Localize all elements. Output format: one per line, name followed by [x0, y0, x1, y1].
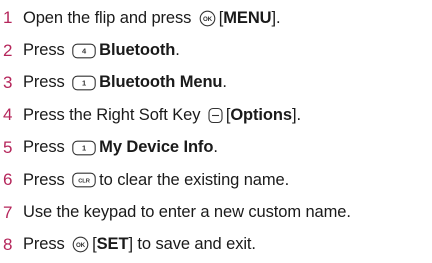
key-1-icon: 1 — [72, 140, 96, 156]
ok-button-icon: OK — [199, 10, 216, 27]
step-2: 2 Press 4 Bluetooth. — [0, 34, 432, 66]
key-1-icon: 1 — [72, 75, 96, 91]
step-text: Press the Right Soft Key [Options]. — [23, 106, 301, 125]
step-text: Open the flip and press OK[MENU]. — [23, 8, 281, 28]
clear-key-icon: CLR — [72, 172, 96, 188]
step-1: 1 Open the flip and press OK[MENU]. — [0, 2, 432, 34]
step-number: 8 — [3, 234, 13, 254]
step-number: 7 — [3, 202, 13, 222]
step-number: 3 — [3, 72, 13, 92]
ok-button-icon: OK — [72, 236, 89, 253]
step-text-fragment: Open the flip and press — [23, 8, 196, 27]
step-number: 6 — [3, 170, 13, 190]
step-number: 1 — [3, 8, 13, 28]
step-text-fragment: Press — [23, 170, 70, 189]
emphasized-term: Bluetooth Menu — [99, 73, 223, 92]
right-soft-key-icon — [208, 107, 223, 124]
svg-text:OK: OK — [203, 16, 213, 23]
instruction-steps: 1 Open the flip and press OK[MENU]. 2 Press… — [0, 0, 432, 261]
step-text-fragment: Press — [23, 41, 70, 60]
emphasized-term: MENU — [223, 8, 272, 27]
svg-text:OK: OK — [76, 242, 86, 249]
step-number: 4 — [3, 105, 13, 125]
step-text-fragment: Press — [23, 138, 70, 157]
step-4: 4 Press the Right Soft Key [Options]. — [0, 99, 432, 131]
step-text: Press 1 My Device Info. — [23, 138, 218, 157]
step-number: 2 — [3, 40, 13, 60]
step-text: Use the keypad to enter a new custom nam… — [23, 203, 351, 222]
step-text-fragment: Press the Right Soft Key — [23, 105, 205, 124]
step-number: 5 — [3, 137, 13, 157]
step-text-fragment: Use the keypad to enter a new custom nam… — [23, 203, 351, 222]
step-text: Press 4 Bluetooth. — [23, 41, 180, 60]
emphasized-term: Options — [230, 105, 292, 124]
emphasized-term: Bluetooth — [99, 41, 176, 60]
emphasized-term: My Device Info — [99, 138, 214, 157]
emphasized-term: SET — [96, 235, 129, 254]
svg-text:CLR: CLR — [78, 179, 91, 185]
step-5: 5 Press 1 My Device Info. — [0, 132, 432, 164]
step-text-fragment: ]. — [291, 105, 301, 124]
step-text-fragment: ]. — [271, 8, 281, 27]
step-text: Press CLR to clear the existing name. — [23, 171, 289, 190]
step-3: 3 Press 1 Bluetooth Menu. — [0, 67, 432, 99]
step-6: 6 Press CLR to clear the existing name. — [0, 164, 432, 196]
svg-text:1: 1 — [82, 143, 86, 152]
step-8: 8 Press OK[SET] to save and exit. — [0, 229, 432, 261]
step-text-fragment: Press — [23, 235, 70, 254]
key-4-icon: 4 — [72, 43, 96, 59]
step-text: Press OK[SET] to save and exit. — [23, 235, 256, 254]
step-text-fragment: . — [213, 138, 218, 157]
svg-text:1: 1 — [82, 79, 86, 88]
step-7: 7 Use the keypad to enter a new custom na… — [0, 196, 432, 228]
step-text-fragment: ] to save and exit. — [128, 235, 256, 254]
step-text: Press 1 Bluetooth Menu. — [23, 73, 227, 92]
step-text-fragment: . — [222, 73, 227, 92]
step-text-fragment: . — [175, 41, 180, 60]
step-text-fragment: Press — [23, 73, 70, 92]
svg-text:4: 4 — [82, 46, 87, 55]
step-text-fragment: to clear the existing name. — [99, 170, 290, 189]
